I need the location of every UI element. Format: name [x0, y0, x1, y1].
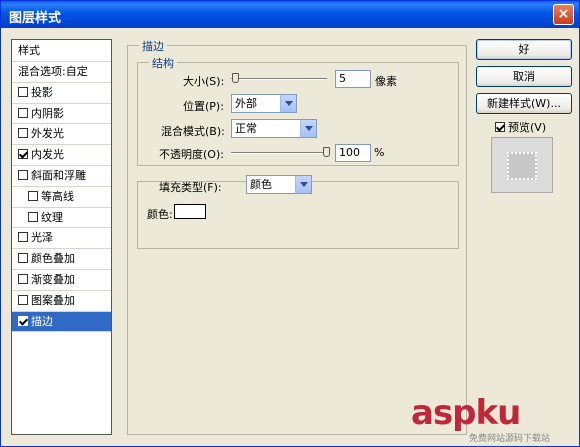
sidebar-item-color-overlay[interactable]: 颜色叠加 — [12, 249, 111, 270]
blend-mode-value: 正常 — [235, 122, 257, 135]
close-button[interactable]: × — [553, 4, 574, 25]
position-value: 外部 — [235, 97, 257, 110]
fill-type-value: 颜色 — [250, 178, 272, 191]
position-label: 位置(P): — [183, 100, 224, 113]
size-slider-thumb[interactable] — [232, 73, 239, 83]
size-unit: 像素 — [375, 75, 397, 88]
watermark-logo: aspku — [411, 393, 521, 433]
new-style-button[interactable]: 新建样式(W)... — [476, 93, 572, 114]
sidebar-item-label: 投影 — [31, 85, 53, 99]
dialog-title: 图层样式 — [9, 11, 62, 26]
sidebar-item-label: 内阴影 — [31, 106, 64, 120]
opacity-slider-thumb[interactable] — [323, 147, 330, 157]
sidebar-item-stroke[interactable]: 描边 — [12, 311, 111, 333]
sidebar-item-label: 斜面和浮雕 — [31, 168, 86, 182]
color-swatch[interactable] — [174, 204, 206, 219]
chevron-down-icon[interactable] — [300, 120, 316, 137]
blend-mode-label: 混合模式(B): — [161, 125, 225, 138]
sidebar-item-texture[interactable]: 纹理 — [12, 208, 111, 229]
fill-type-label: 填充类型(F): — [159, 181, 222, 194]
preview-shape — [507, 152, 537, 180]
sidebar-item-label: 描边 — [31, 314, 53, 328]
opacity-slider-track[interactable] — [231, 152, 327, 154]
opacity-label: 不透明度(O): — [159, 148, 224, 161]
checkbox[interactable] — [18, 294, 28, 305]
chevron-down-icon[interactable] — [295, 176, 311, 193]
sidebar-item-satin[interactable]: 光泽 — [12, 228, 111, 250]
size-input[interactable]: 5 — [335, 70, 371, 88]
checkbox[interactable] — [18, 232, 28, 243]
sidebar-item-inner-glow[interactable]: 内发光 — [12, 145, 111, 166]
sidebar-item-label: 渐变叠加 — [31, 272, 75, 286]
checkbox[interactable] — [18, 128, 28, 139]
checkbox[interactable] — [18, 253, 28, 264]
opacity-input[interactable]: 100 — [335, 144, 371, 162]
blend-mode-select[interactable]: 正常 — [231, 119, 317, 138]
sidebar-item-bevel-emboss[interactable]: 斜面和浮雕 — [12, 166, 111, 187]
size-slider-track[interactable] — [231, 78, 327, 80]
checkbox[interactable] — [18, 86, 28, 97]
sidebar-item-label: 内发光 — [31, 148, 64, 162]
structure-title: 结构 — [149, 55, 177, 71]
watermark-subtext: 免费网站源码下载站 — [469, 434, 551, 444]
preview-checkbox[interactable] — [495, 122, 505, 132]
checkbox[interactable] — [18, 149, 28, 160]
sidebar-item-label: 图案叠加 — [31, 293, 75, 307]
sidebar-item-pattern-overlay[interactable]: 图案叠加 — [12, 291, 111, 312]
style-preview-thumbnail — [491, 137, 553, 193]
sidebar-item-label: 颜色叠加 — [31, 252, 75, 266]
style-list: 样式 混合选项:自定 投影 内阴影 外发光 内发光 斜面和浮雕 等高线 纹理 光… — [11, 39, 112, 435]
position-select[interactable]: 外部 — [231, 94, 297, 113]
sidebar-item-gradient-overlay[interactable]: 渐变叠加 — [12, 270, 111, 291]
sidebar-item-label: 光泽 — [31, 231, 53, 245]
ok-button[interactable]: 好 — [476, 39, 572, 60]
size-label: 大小(S): — [183, 75, 225, 88]
sidebar-item-inner-shadow[interactable]: 内阴影 — [12, 104, 111, 125]
checkbox[interactable] — [18, 107, 28, 118]
style-list-header[interactable]: 样式 — [12, 40, 111, 62]
color-label: 颜色: — [147, 208, 173, 221]
preview-toggle[interactable]: 预览(V) — [495, 119, 546, 135]
checkbox[interactable] — [18, 169, 28, 180]
title-bar[interactable]: 图层样式 × — [1, 1, 579, 28]
checkbox[interactable] — [18, 273, 28, 284]
preview-label: 预览(V) — [508, 121, 547, 134]
sidebar-item-label: 外发光 — [31, 127, 64, 141]
layer-style-dialog: 图层样式 × 样式 混合选项:自定 投影 内阴影 外发光 内发光 斜面和浮雕 等… — [0, 0, 580, 447]
opacity-unit: % — [374, 146, 385, 159]
checkbox[interactable] — [28, 190, 38, 201]
sidebar-item-label: 混合选项:自定 — [18, 65, 88, 78]
checkbox[interactable] — [28, 211, 38, 222]
chevron-down-icon[interactable] — [280, 95, 296, 112]
cancel-button[interactable]: 取消 — [476, 66, 572, 87]
sidebar-item-blending-options[interactable]: 混合选项:自定 — [12, 62, 111, 83]
sidebar-item-drop-shadow[interactable]: 投影 — [12, 83, 111, 104]
fill-type-select[interactable]: 颜色 — [246, 175, 312, 194]
sidebar-item-label: 等高线 — [41, 189, 74, 203]
sidebar-item-contour[interactable]: 等高线 — [12, 187, 111, 208]
sidebar-item-outer-glow[interactable]: 外发光 — [12, 124, 111, 146]
checkbox[interactable] — [18, 315, 28, 326]
sidebar-item-label: 纹理 — [41, 210, 63, 224]
stroke-section-title: 描边 — [139, 38, 167, 54]
sidebar-item-label: 样式 — [18, 44, 40, 57]
